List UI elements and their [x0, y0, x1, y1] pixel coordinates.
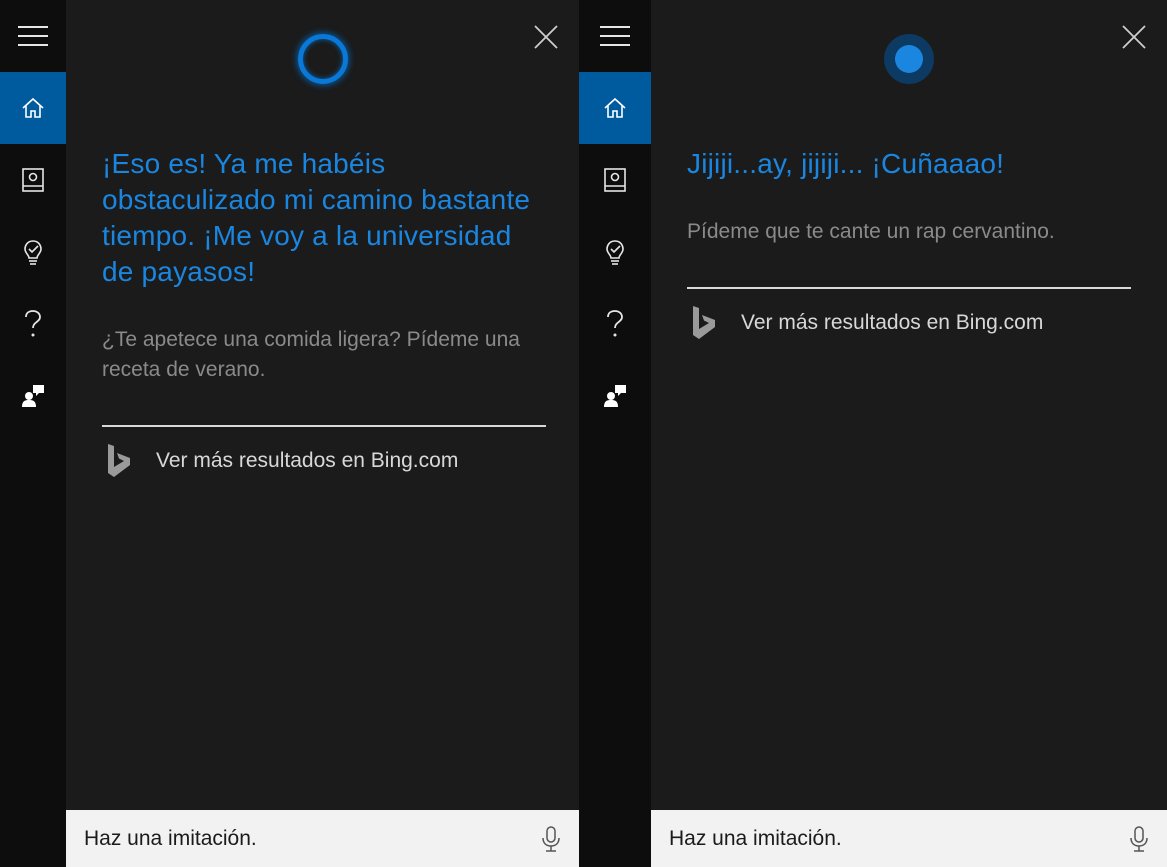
nav-help[interactable]	[579, 288, 651, 360]
cortana-suggestion: Pídeme que te cante un rap cervantino.	[687, 220, 1055, 243]
cortana-response: ¡Eso es! Ya me habéis obstaculizado mi c…	[102, 148, 531, 287]
reminders-icon	[606, 240, 624, 265]
nav-help[interactable]	[0, 288, 66, 360]
close-button[interactable]	[1119, 22, 1149, 52]
microphone-icon	[542, 825, 560, 852]
cortana-response: Jijiji...ay, jijiji... ¡Cuñaaao!	[687, 148, 1005, 179]
reminders-icon	[24, 240, 42, 265]
cortana-speaking-icon	[884, 34, 934, 84]
search-query[interactable]: Haz una imitación.	[669, 827, 1119, 851]
menu-button[interactable]	[0, 0, 66, 72]
bing-link-text: Ver más resultados en Bing.com	[156, 449, 459, 472]
bing-logo-icon	[693, 306, 715, 339]
hamburger-menu-icon	[600, 26, 630, 46]
nav-home[interactable]	[579, 72, 651, 144]
divider	[102, 425, 546, 427]
cortana-panel-left: ¡Eso es! Ya me habéis obstaculizado mi c…	[0, 0, 579, 867]
microphone-button[interactable]	[531, 810, 571, 867]
hamburger-menu-icon	[18, 26, 48, 46]
notebook-icon	[22, 168, 44, 192]
nav-notebook[interactable]	[0, 144, 66, 216]
search-box[interactable]: Haz una imitación.	[651, 810, 1167, 867]
nav-rail	[0, 0, 66, 867]
cortana-panel-right: Jijiji...ay, jijiji... ¡Cuñaaao! Pídeme …	[579, 0, 1167, 867]
cortana-suggestion: ¿Te apetece una comida ligera? Pídeme un…	[102, 328, 520, 381]
microphone-icon	[1130, 825, 1148, 852]
feedback-icon	[22, 385, 44, 407]
home-icon	[604, 97, 626, 118]
nav-rail	[579, 0, 651, 867]
cortana-content: ¡Eso es! Ya me habéis obstaculizado mi c…	[66, 0, 579, 867]
help-icon	[607, 310, 623, 337]
home-icon	[22, 97, 44, 118]
nav-reminders[interactable]	[0, 216, 66, 288]
nav-notebook[interactable]	[579, 144, 651, 216]
nav-reminders[interactable]	[579, 216, 651, 288]
bing-results-link[interactable]: Ver más resultados en Bing.com	[691, 305, 1043, 341]
cortana-content: Jijiji...ay, jijiji... ¡Cuñaaao! Pídeme …	[651, 0, 1167, 867]
bing-logo-icon	[108, 444, 130, 477]
nav-home[interactable]	[0, 72, 66, 144]
notebook-icon	[604, 168, 626, 192]
close-icon	[534, 25, 558, 49]
cortana-ring-icon	[297, 34, 348, 84]
microphone-button[interactable]	[1119, 810, 1159, 867]
feedback-icon	[604, 385, 626, 407]
nav-feedback[interactable]	[0, 360, 66, 432]
close-button[interactable]	[531, 22, 561, 52]
close-icon	[1122, 25, 1146, 49]
search-box[interactable]: Haz una imitación.	[66, 810, 579, 867]
menu-button[interactable]	[579, 0, 651, 72]
bing-link-text: Ver más resultados en Bing.com	[741, 311, 1044, 334]
bing-results-link[interactable]: Ver más resultados en Bing.com	[106, 443, 458, 479]
search-query[interactable]: Haz una imitación.	[84, 827, 531, 851]
divider	[687, 287, 1131, 289]
help-icon	[25, 310, 41, 337]
nav-feedback[interactable]	[579, 360, 651, 432]
